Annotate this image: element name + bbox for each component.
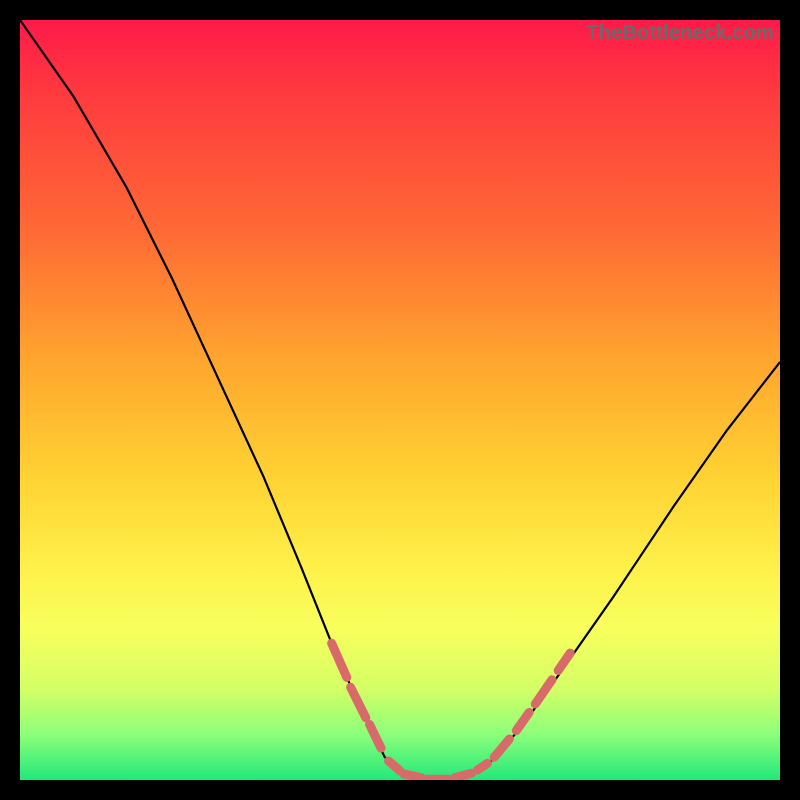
bottleneck-curve-svg xyxy=(20,20,780,780)
marker-segment xyxy=(516,712,529,730)
marker-segment xyxy=(370,725,381,749)
marker-segment xyxy=(389,761,400,771)
marker-segment xyxy=(404,774,422,778)
marker-segment xyxy=(455,773,472,778)
marker-segment xyxy=(558,653,570,671)
optimal-band-markers xyxy=(332,643,571,779)
chart-frame: TheBottleneck.com xyxy=(20,20,780,780)
marker-segment xyxy=(332,643,347,677)
marker-segment xyxy=(494,739,509,757)
bottleneck-curve-path xyxy=(20,20,780,780)
marker-segment xyxy=(535,680,552,704)
marker-segment xyxy=(478,763,488,770)
marker-segment xyxy=(351,687,366,717)
